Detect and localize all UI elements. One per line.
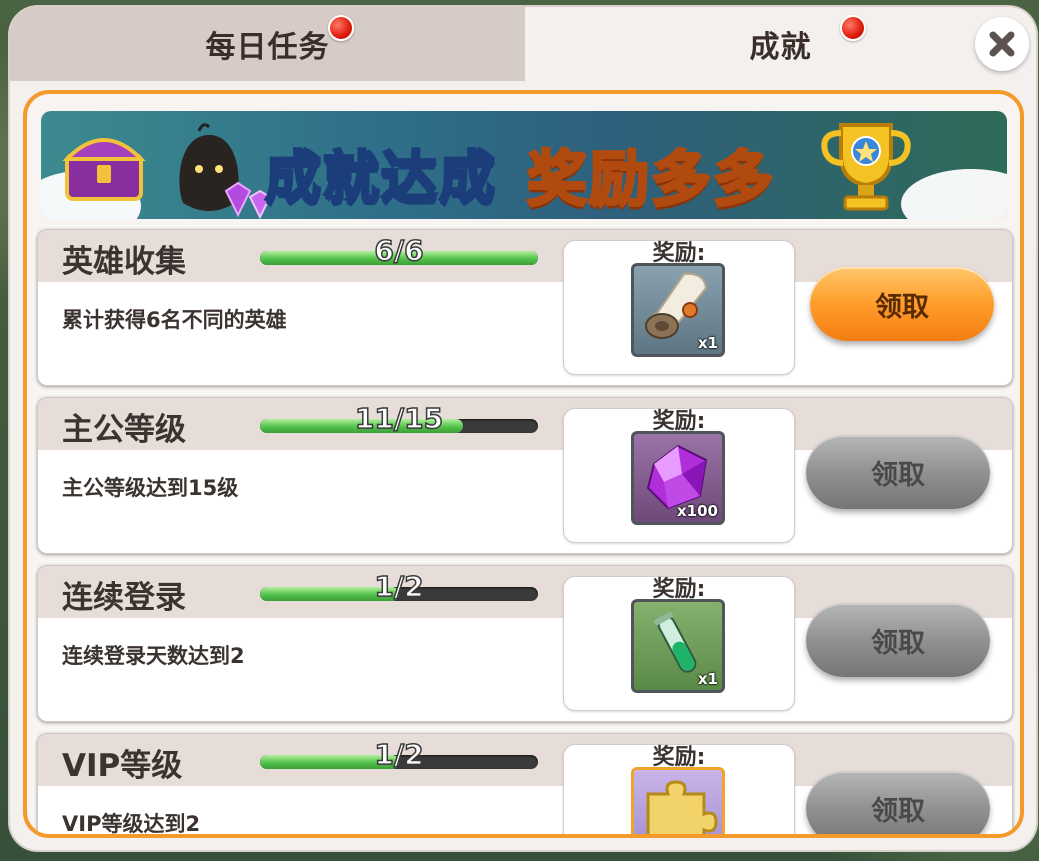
puzzle-piece-icon bbox=[646, 780, 718, 834]
progress-text: 11/15 bbox=[354, 401, 444, 436]
reward-box: 奖励: x100 bbox=[563, 408, 795, 543]
reward-box: 奖励: bbox=[563, 744, 795, 834]
reward-item[interactable]: x100 bbox=[631, 431, 725, 525]
tab-daily-tasks[interactable]: 每日任务 bbox=[10, 7, 525, 81]
close-icon bbox=[989, 31, 1015, 57]
close-button[interactable] bbox=[975, 17, 1029, 71]
achievement-title: 连续登录 bbox=[62, 580, 186, 616]
claim-button-label: 领取 bbox=[871, 459, 925, 491]
reward-quantity: x1 bbox=[697, 670, 718, 688]
claim-button[interactable]: 领取 bbox=[806, 435, 990, 509]
reward-item[interactable]: x1 bbox=[631, 599, 725, 693]
claim-button-label: 领取 bbox=[875, 291, 929, 323]
banner-title-primary: 成就达成 bbox=[264, 145, 497, 213]
reward-quantity: x1 bbox=[697, 334, 718, 352]
achievement-title: VIP等级 bbox=[62, 748, 183, 784]
achievement-description: VIP等级达到2 bbox=[62, 812, 201, 836]
claim-button[interactable]: 领取 bbox=[806, 603, 990, 677]
tab-achievements-label: 成就 bbox=[749, 30, 812, 65]
notification-dot-achievements bbox=[840, 15, 866, 41]
reward-box: 奖励: x1 bbox=[563, 240, 795, 375]
progress-text: 1/2 bbox=[374, 569, 425, 604]
progress-text: 1/2 bbox=[374, 737, 425, 772]
reward-item[interactable]: x1 bbox=[631, 263, 725, 357]
achievement-row: 连续登录 1/2 连续登录天数达到2 奖励: x1 领取 bbox=[37, 565, 1013, 722]
claim-button[interactable]: 领取 bbox=[810, 267, 994, 341]
tab-achievements[interactable]: 成就 bbox=[525, 7, 1036, 81]
achievement-row: VIP等级 1/2 VIP等级达到2 奖励: 领取 bbox=[37, 733, 1013, 836]
notification-dot-daily bbox=[328, 15, 354, 41]
achievement-list-frame: 成就达成 奖励多多 英雄收集 6/6 累计获得6名不同的英雄 奖励: x1 领取… bbox=[23, 90, 1024, 838]
trophy-icon bbox=[821, 123, 911, 211]
achievement-description: 主公等级达到15级 bbox=[62, 476, 239, 500]
reward-item[interactable] bbox=[631, 767, 725, 834]
achievement-description: 累计获得6名不同的英雄 bbox=[62, 308, 287, 332]
achievement-panel: 每日任务 成就 成就达成 奖励多多 英雄收集 6/6 累计获得6名不同的英雄 奖… bbox=[10, 7, 1036, 850]
achievement-title: 英雄收集 bbox=[62, 244, 186, 280]
claim-button[interactable]: 领取 bbox=[806, 771, 990, 834]
treasure-chest-icon bbox=[62, 138, 146, 201]
achievement-row: 主公等级 11/15 主公等级达到15级 奖励: x100 领取 bbox=[37, 397, 1013, 554]
tab-bar: 每日任务 成就 bbox=[10, 7, 1036, 87]
tab-daily-tasks-label: 每日任务 bbox=[205, 30, 330, 65]
progress-text: 6/6 bbox=[374, 233, 425, 268]
reward-box: 奖励: x1 bbox=[563, 576, 795, 711]
achievement-row: 英雄收集 6/6 累计获得6名不同的英雄 奖励: x1 领取 bbox=[37, 229, 1013, 386]
reward-quantity: x100 bbox=[677, 502, 718, 520]
achievement-description: 连续登录天数达到2 bbox=[62, 644, 245, 668]
claim-button-label: 领取 bbox=[871, 627, 925, 659]
promo-banner: 成就达成 奖励多多 bbox=[41, 111, 1007, 219]
claim-button-label: 领取 bbox=[871, 795, 925, 827]
achievement-title: 主公等级 bbox=[62, 412, 186, 448]
banner-title-secondary: 奖励多多 bbox=[526, 144, 775, 217]
